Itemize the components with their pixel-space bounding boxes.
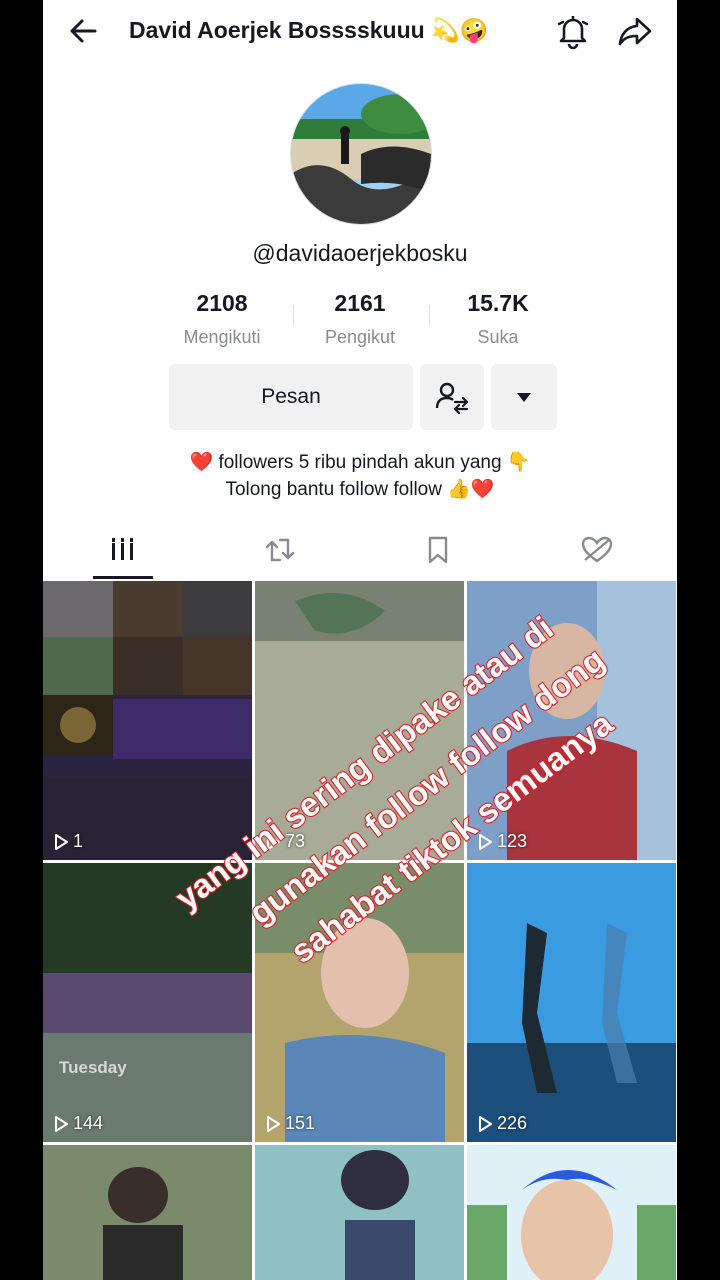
message-button-label: Pesan xyxy=(261,385,321,408)
video-thumbnail[interactable] xyxy=(467,1145,676,1280)
bookmark-icon[interactable] xyxy=(420,534,456,566)
caret-down-icon xyxy=(517,393,531,402)
stat-following-count: 2108 xyxy=(196,290,248,316)
play-icon xyxy=(267,1115,280,1132)
back-arrow-icon[interactable] xyxy=(67,14,101,48)
stat-likes-label: Suka xyxy=(477,327,519,347)
more-options-button[interactable] xyxy=(491,364,557,430)
bell-icon[interactable] xyxy=(555,12,591,50)
videos-grid-icon[interactable] xyxy=(105,534,141,566)
profile-screen: David Aoerjek Bosssskuuu 💫🤪 @davidaoerje… xyxy=(43,0,677,1280)
view-count: 226 xyxy=(477,1113,527,1134)
bio-line-2: Tolong bantu follow follow 👍❤️ xyxy=(225,479,495,500)
bio-line-1: ❤️ followers 5 ribu pindah akun yang 👇 xyxy=(189,452,531,473)
stat-following[interactable]: 2108 Mengikuti xyxy=(157,290,287,348)
video-thumbnail[interactable]: 226 xyxy=(467,863,676,1142)
avatar-image xyxy=(291,84,431,224)
view-count-value: 226 xyxy=(497,1113,528,1133)
username-handle: @davidaoerjekbosku xyxy=(252,240,468,266)
view-count: 1 xyxy=(53,831,83,852)
stat-following-label: Mengikuti xyxy=(183,327,261,347)
stat-divider xyxy=(293,305,294,325)
share-icon[interactable] xyxy=(617,14,653,48)
active-tab-indicator xyxy=(93,576,153,579)
follow-switch-button[interactable] xyxy=(420,364,484,430)
stat-likes[interactable]: 15.7K Suka xyxy=(433,290,563,348)
video-thumbnail[interactable] xyxy=(43,1145,252,1280)
profile-title: David Aoerjek Bosssskuuu 💫🤪 xyxy=(129,17,489,43)
stat-divider xyxy=(429,305,430,325)
liked-icon[interactable] xyxy=(579,534,615,566)
view-count: 151 xyxy=(265,1113,315,1134)
view-count-value: 151 xyxy=(285,1113,316,1133)
stat-followers[interactable]: 2161 Pengikut xyxy=(295,290,425,348)
user-switch-icon xyxy=(435,382,469,414)
profile-tabs xyxy=(43,520,677,580)
stat-likes-count: 15.7K xyxy=(467,290,529,316)
video-thumbnail[interactable] xyxy=(255,1145,464,1280)
view-count: 144 xyxy=(53,1113,103,1134)
svg-text:Tuesday: Tuesday xyxy=(59,1058,127,1077)
avatar[interactable] xyxy=(290,83,432,225)
stat-followers-label: Pengikut xyxy=(324,327,396,347)
stat-followers-count: 2161 xyxy=(334,290,386,316)
video-thumbnail[interactable]: 1 xyxy=(43,581,252,860)
play-icon xyxy=(55,1115,68,1132)
top-bar: David Aoerjek Bosssskuuu 💫🤪 xyxy=(43,0,677,64)
repost-icon[interactable] xyxy=(262,534,298,566)
play-icon xyxy=(479,1115,492,1132)
view-count-value: 144 xyxy=(73,1113,104,1133)
play-icon xyxy=(55,833,68,850)
view-count-value: 1 xyxy=(73,831,84,851)
message-button[interactable]: Pesan xyxy=(169,364,413,430)
